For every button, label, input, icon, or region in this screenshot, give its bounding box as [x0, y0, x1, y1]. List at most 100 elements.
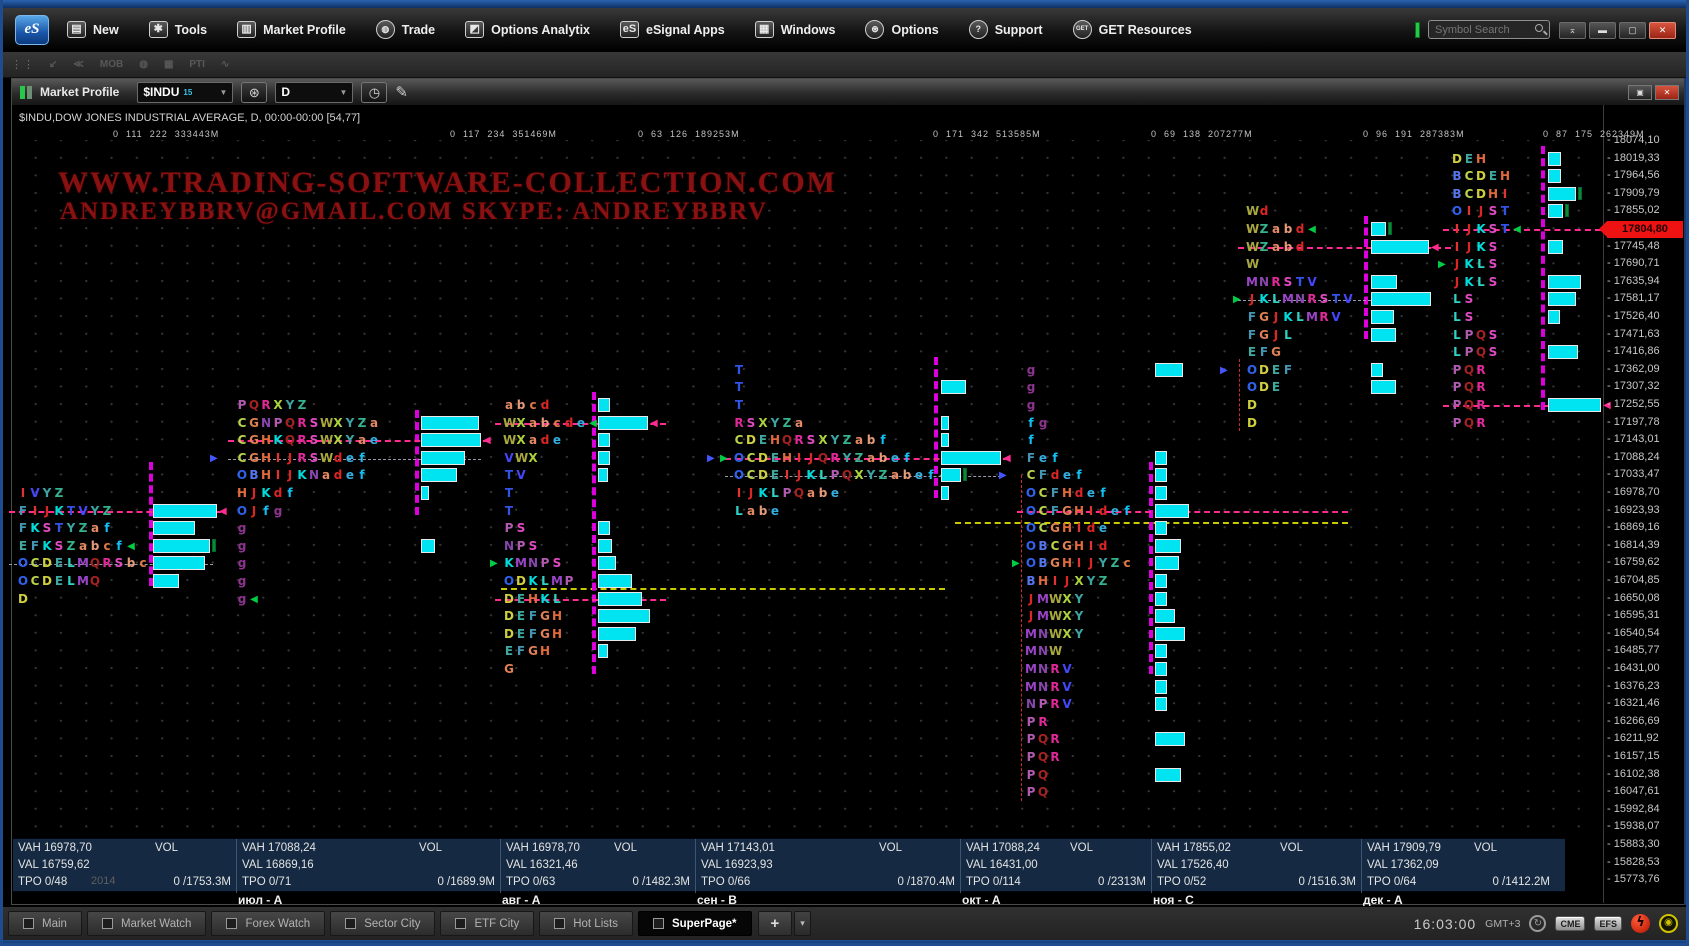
interval-value: D — [281, 85, 290, 99]
window-title: Market Profile — [40, 85, 119, 99]
menu-item-label: Support — [995, 23, 1043, 37]
tab-checkbox-icon — [345, 918, 356, 929]
menu-item-label: Market Profile — [263, 23, 346, 37]
menu-item-windows[interactable]: ▦ Windows — [755, 21, 836, 38]
market-profile-window: Market Profile $INDU 15 ▼ ⊛ D ▼ ◷ ✎ ▣ ✕ — [11, 78, 1686, 905]
toolbar-icons: ↙ ≪ MOB ◍ ▦ PTI ∿ — [49, 59, 229, 70]
minimize-button[interactable]: ▬ — [1589, 22, 1616, 39]
menu-item-esignal-apps[interactable]: eSeSignal Apps — [620, 21, 725, 38]
connection-indicator — [1415, 22, 1420, 38]
symbol-settings-button[interactable]: ⊛ — [241, 82, 267, 103]
tab-label: Main — [42, 918, 67, 930]
windows-icon: ▦ — [755, 21, 774, 38]
toolbar-icon-6[interactable]: ∿ — [221, 59, 229, 70]
menu-item-options[interactable]: ⊛ Options — [865, 20, 938, 39]
esignal-logo-button[interactable]: eS — [15, 15, 49, 45]
tab-label: Hot Lists — [573, 918, 618, 930]
toolbar-icon-0[interactable]: ↙ — [49, 59, 57, 70]
menu-item-options-analytix[interactable]: ◩Options Analytix — [465, 21, 590, 38]
tab-forex-watch[interactable]: Forex Watch — [211, 911, 325, 936]
page-tabs: Main Market Watch Forex Watch Sector City ET… — [3, 911, 752, 936]
symbol-combo[interactable]: $INDU 15 ▼ — [137, 82, 233, 103]
status-bar: 16:03:00 GMT+3 ↻ CME EFS ϟ ◉ — [1414, 914, 1678, 933]
page-tab-bar: Main Market Watch Forex Watch Sector City ET… — [3, 906, 1689, 940]
market-profile-titlebar[interactable]: Market Profile $INDU 15 ▼ ⊛ D ▼ ◷ ✎ ▣ ✕ — [12, 79, 1685, 106]
menu-item-support[interactable]: ? Support — [969, 20, 1043, 39]
maximize-button[interactable]: ▢ — [1619, 22, 1646, 39]
collapse-button[interactable]: ⌅ — [1559, 22, 1586, 39]
status-time: 16:03:00 — [1414, 916, 1477, 932]
interval-combo[interactable]: D ▼ — [275, 82, 353, 103]
tab-market-watch[interactable]: Market Watch — [87, 911, 207, 936]
close-button[interactable]: ✕ — [1649, 22, 1676, 39]
toolbar-icon-4[interactable]: ▦ — [164, 59, 173, 70]
menu-item-label: Trade — [402, 23, 435, 37]
tab-checkbox-icon — [653, 918, 664, 929]
tab-label: ETF City — [474, 918, 519, 930]
window-top-frame — [3, 0, 1686, 8]
drawing-toolbar: ⋮⋮ ↙ ≪ MOB ◍ ▦ PTI ∿ — [3, 52, 1686, 78]
tab-label: SuperPage* — [672, 918, 737, 930]
tab-sector-city[interactable]: Sector City — [330, 911, 435, 936]
symbol-superscript: 15 — [183, 88, 192, 97]
new-icon: ▤ — [67, 21, 86, 38]
tab-label: Forex Watch — [245, 918, 310, 930]
menu-item-new[interactable]: ▤ New — [67, 21, 119, 38]
tab-checkbox-icon — [226, 918, 237, 929]
menu-item-label: eSignal Apps — [646, 23, 725, 37]
tab-hot-lists[interactable]: Hot Lists — [539, 911, 633, 936]
tab-main[interactable]: Main — [8, 911, 82, 936]
tab-checkbox-icon — [554, 918, 565, 929]
market-profile-icon: ▥ — [237, 21, 256, 38]
tab-checkbox-icon — [23, 918, 34, 929]
menu-right-group: ⌅▬▢✕ — [1415, 20, 1676, 39]
menu-item-label: Windows — [781, 23, 836, 37]
toolbar-drag-handle[interactable]: ⋮⋮ — [11, 58, 35, 71]
data-feed-icon[interactable]: ϟ — [1631, 914, 1650, 933]
status-timezone: GMT+3 — [1485, 918, 1520, 930]
main-menu-bar: eS ▤New✱Tools▥Market Profile◍Trade◩Optio… — [3, 8, 1686, 52]
window-controls: ⌅▬▢✕ — [1556, 20, 1676, 39]
add-page-button[interactable]: + — [758, 911, 793, 936]
network-status-icon[interactable]: ◉ — [1659, 914, 1678, 933]
gear-icon: ⊛ — [865, 20, 884, 39]
menu-item-market-profile[interactable]: ▥ Market Profile — [237, 21, 346, 38]
sync-icon[interactable]: ↻ — [1529, 915, 1546, 932]
trade-globe-icon: ◍ — [376, 20, 395, 39]
window-bottom-frame — [3, 940, 1686, 946]
menu-items: ▤ New ✱ Tools ▥ Market Profile ◍ Trade ◩Options … — [67, 20, 1192, 39]
chevron-down-icon[interactable]: ▼ — [219, 88, 227, 97]
menu-item-label: New — [93, 23, 119, 37]
page-list-dropdown[interactable]: ▾ — [794, 911, 811, 936]
menu-item-label: Options — [891, 23, 938, 37]
menu-item-tools[interactable]: ✱ Tools — [149, 21, 207, 38]
tab-label: Sector City — [364, 918, 420, 930]
question-icon: ? — [969, 20, 988, 39]
toolbar-icon-3[interactable]: ◍ — [139, 59, 148, 70]
close-window-button[interactable]: ✕ — [1655, 85, 1679, 100]
pencil-icon[interactable]: ✎ — [395, 83, 408, 101]
tab-etf-city[interactable]: ETF City — [440, 911, 534, 936]
symbol-search-input[interactable] — [1428, 20, 1550, 39]
symbol-value: $INDU — [143, 85, 179, 99]
search-icon[interactable] — [1534, 23, 1548, 37]
menu-item-get-resources[interactable]: GET GET Resources — [1073, 20, 1192, 39]
cme-badge: CME — [1555, 916, 1585, 931]
restore-window-button[interactable]: ▣ — [1628, 85, 1652, 100]
tab-superpage-[interactable]: SuperPage* — [638, 911, 752, 936]
menu-item-label: GET Resources — [1099, 23, 1192, 37]
tab-checkbox-icon — [455, 918, 466, 929]
get-icon: GET — [1073, 20, 1092, 39]
efs-badge: EFS — [1594, 916, 1622, 931]
window-status-icon — [20, 86, 32, 99]
options-analytix-icon: ◩ — [465, 21, 484, 38]
clock-button[interactable]: ◷ — [361, 82, 387, 103]
application-window: eS ▤New✱Tools▥Market Profile◍Trade◩Optio… — [0, 0, 1689, 946]
tools-icon: ✱ — [149, 21, 168, 38]
menu-item-trade[interactable]: ◍ Trade — [376, 20, 435, 39]
toolbar-icon-1[interactable]: ≪ — [73, 59, 83, 70]
menu-item-label: Tools — [175, 23, 207, 37]
toolbar-icon-5[interactable]: PTI — [189, 59, 205, 70]
chevron-down-icon[interactable]: ▼ — [339, 88, 347, 97]
toolbar-icon-2[interactable]: MOB — [100, 59, 123, 70]
